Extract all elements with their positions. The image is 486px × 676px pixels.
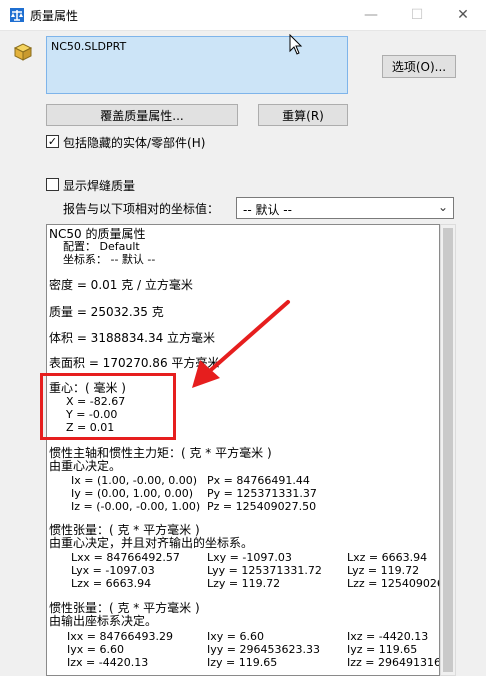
mouse-cursor-icon: [289, 34, 303, 55]
principal-iy: Iy = (0.00, 1.00, 0.00): [71, 487, 194, 500]
principal-px: Px = 84766491.44: [207, 474, 310, 487]
close-button[interactable]: ✕: [440, 0, 486, 30]
principal-pz: Pz = 125409027.50: [207, 500, 317, 513]
results-config: 配置： Default: [63, 240, 140, 253]
recalculate-button[interactable]: 重算(R): [258, 104, 348, 126]
tensor-cell: Iyz = 119.65: [347, 643, 418, 656]
results-panel[interactable]: NC50 的质量属性 配置： Default 坐标系： -- 默认 -- 密度 …: [46, 224, 440, 676]
coordinate-select[interactable]: -- 默认 -- ⌄: [236, 197, 454, 219]
tensor-cell: Lyz = 119.72: [347, 564, 420, 577]
tensor-centroid-title: 惯性张量：( 克 * 平方毫米 ): [49, 523, 200, 537]
tensor-cell: Lxy = -1097.03: [207, 551, 292, 564]
tensor-cell: Izy = 119.65: [207, 656, 278, 669]
principal-ix: Ix = (1.00, -0.00, 0.00): [71, 474, 197, 487]
tensor-cell: Iyy = 296453623.33: [207, 643, 320, 656]
tensor-cell: Ixx = 84766493.29: [67, 630, 173, 643]
minimize-button[interactable]: —: [348, 0, 394, 30]
principal-axes-title: 惯性主轴和惯性主力矩：( 克 * 平方毫米 ): [49, 446, 272, 460]
options-button[interactable]: 选项(O)...: [382, 55, 456, 78]
maximize-button[interactable]: ☐: [394, 0, 440, 30]
tensor-cell: Lyx = -1097.03: [71, 564, 155, 577]
selection-list-item[interactable]: NC50.SLDPRT: [51, 40, 126, 53]
annotation-highlight-box: [40, 373, 176, 440]
window-title: 质量属性: [30, 9, 79, 23]
tensor-cell: Lxx = 84766492.57: [71, 551, 180, 564]
coordinate-select-value: -- 默认 --: [243, 203, 292, 217]
annotation-arrow-icon: [192, 300, 290, 388]
principal-iz: Iz = (-0.00, -0.00, 1.00): [71, 500, 201, 513]
results-header: NC50 的质量属性: [49, 227, 146, 241]
tensor-cell: Lzz = 125409026.0: [347, 577, 439, 590]
tensor-cell: Lzx = 6663.94: [71, 577, 152, 590]
coordinate-label: 报告与以下项相对的坐标值：: [63, 202, 220, 216]
tensor-output-title: 惯性张量：( 克 * 平方毫米 ): [49, 601, 200, 615]
principal-axes-sub: 由重心决定。: [49, 459, 122, 473]
results-coordsys: 坐标系： -- 默认 --: [63, 253, 156, 266]
tensor-output-sub: 由输出座标系决定。: [49, 614, 158, 628]
tensor-cell: Lzy = 119.72: [207, 577, 281, 590]
tensor-cell: Lyy = 125371331.72: [207, 564, 322, 577]
part-cube-icon: [13, 43, 33, 61]
title-bar: 质量属性 — ☐ ✕: [0, 0, 486, 31]
include-hidden-checkbox[interactable]: ✓: [46, 135, 59, 148]
tensor-cell: Iyx = 6.60: [67, 643, 124, 656]
tensor-cell: Izz = 296491316.9: [347, 656, 439, 669]
show-weld-label: 显示焊缝质量: [63, 179, 136, 193]
results-scrollbar-thumb[interactable]: [443, 228, 453, 672]
scale-icon: [10, 8, 24, 22]
tensor-cell: Lxz = 6663.94: [347, 551, 428, 564]
include-hidden-label: 包括隐藏的实体/零部件(H): [63, 136, 206, 150]
principal-py: Py = 125371331.37: [207, 487, 317, 500]
tensor-cell: Izx = -4420.13: [67, 656, 149, 669]
mass-line: 质量 = 25032.35 克: [49, 305, 164, 319]
chevron-down-icon: ⌄: [437, 200, 448, 214]
density-line: 密度 = 0.01 克 / 立方毫米: [49, 278, 193, 292]
tensor-cell: Ixz = -4420.13: [347, 630, 429, 643]
override-mass-properties-button[interactable]: 覆盖质量属性...: [46, 104, 238, 126]
tensor-centroid-sub: 由重心决定，并且对齐输出的坐标系。: [49, 536, 254, 550]
show-weld-checkbox[interactable]: [46, 178, 59, 191]
tensor-cell: Ixy = 6.60: [207, 630, 264, 643]
